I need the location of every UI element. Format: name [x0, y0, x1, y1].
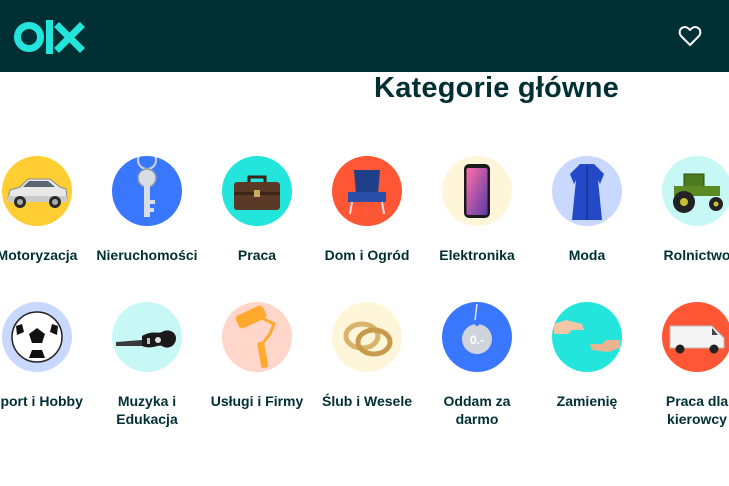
category-slub-i-wesele[interactable]: Ślub i Wesele	[312, 302, 422, 410]
armchair-icon	[332, 156, 402, 226]
category-label: Praca	[237, 247, 277, 263]
rings-icon	[332, 302, 402, 372]
category-label: Nieruchomości	[96, 247, 198, 263]
page-title: Kategorie główne	[374, 72, 619, 104]
category-oddam-za-darmo[interactable]: 0.- Oddam za darmo	[422, 302, 532, 428]
category-label: Ślub i Wesele	[322, 393, 412, 409]
guitar-icon	[112, 302, 182, 372]
category-nieruchomosci[interactable]: Nieruchomości	[92, 156, 202, 264]
category-dom-i-ogrod[interactable]: Dom i Ogród	[312, 156, 422, 264]
category-rolnictwo[interactable]: Rolnictwo	[642, 156, 729, 264]
price-tag-icon: 0.-	[442, 302, 512, 372]
soccer-ball-icon	[2, 302, 72, 372]
smartphone-icon	[442, 156, 512, 226]
top-bar	[0, 0, 729, 72]
dress-icon	[552, 156, 622, 226]
category-label: Praca dla kierowcy	[665, 393, 729, 427]
category-label: Moda	[568, 247, 606, 263]
key-icon	[112, 156, 182, 226]
category-label: Elektronika	[439, 247, 515, 263]
category-praca-dla-kierowcy[interactable]: Praca dla kierowcy	[642, 302, 729, 428]
briefcase-icon	[222, 156, 292, 226]
heart-icon[interactable]	[678, 24, 702, 48]
handshake-icon	[552, 302, 622, 372]
category-zamienie[interactable]: Zamienię	[532, 302, 642, 410]
paint-roller-icon	[222, 302, 292, 372]
olx-logo[interactable]	[14, 16, 94, 56]
category-label: Rolnictwo	[663, 247, 729, 263]
category-label: Dom i Ogród	[324, 247, 410, 263]
price-badge: 0.-	[470, 333, 484, 347]
category-praca[interactable]: Praca	[202, 156, 312, 264]
car-icon	[2, 156, 72, 226]
tractor-icon	[662, 156, 729, 226]
van-icon	[662, 302, 729, 372]
category-moda[interactable]: Moda	[532, 156, 642, 264]
category-label: Oddam za darmo	[443, 393, 511, 427]
category-sport-i-hobby[interactable]: Sport i Hobby	[0, 302, 92, 410]
category-label: Zamienię	[556, 393, 618, 409]
category-elektronika[interactable]: Elektronika	[422, 156, 532, 264]
